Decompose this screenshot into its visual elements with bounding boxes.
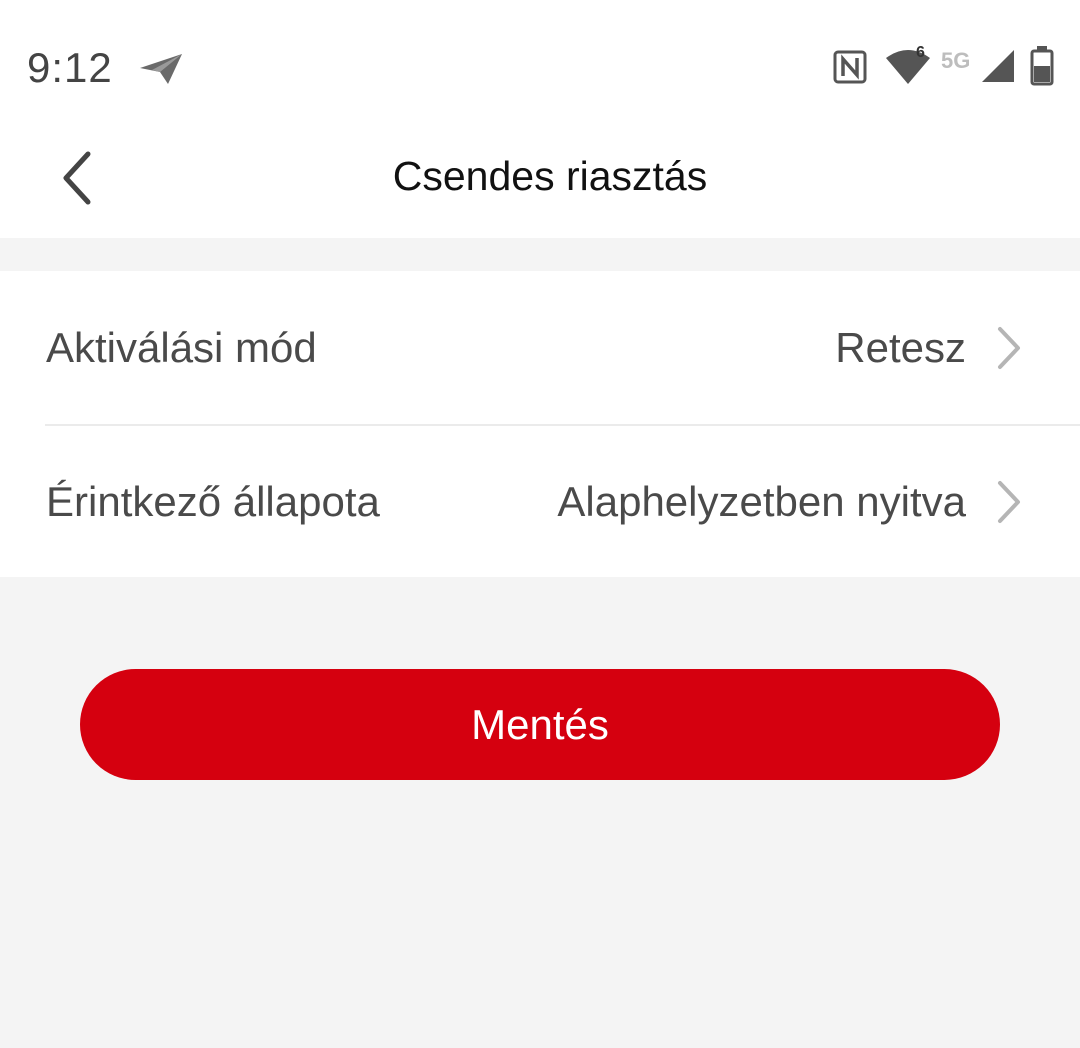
battery-icon — [1030, 46, 1054, 91]
setting-label: Aktiválási mód — [46, 324, 317, 371]
wifi-badge: 6 — [916, 44, 925, 61]
setting-row-activation-mode[interactable]: Aktiválási mód Retesz — [0, 271, 1080, 426]
chevron-right-icon — [990, 479, 1030, 525]
setting-value: Retesz — [835, 324, 966, 371]
page-title: Csendes riasztás — [392, 153, 708, 199]
status-time: 9:12 — [27, 44, 113, 91]
cellular-signal-icon — [980, 48, 1016, 89]
network-type-label: 5G — [941, 48, 971, 73]
nfc-icon — [833, 50, 867, 89]
header-bar: Csendes riasztás — [0, 130, 1080, 238]
send-icon — [138, 52, 184, 91]
save-button[interactable]: Mentés — [80, 669, 1000, 780]
setting-value: Alaphelyzetben nyitva — [557, 478, 966, 525]
chevron-right-icon — [990, 325, 1030, 371]
settings-list: Aktiválási mód Retesz Érintkező állapota… — [0, 271, 1080, 577]
setting-label: Érintkező állapota — [46, 478, 380, 525]
setting-row-contact-state[interactable]: Érintkező állapota Alaphelyzetben nyitva — [0, 425, 1080, 578]
status-bar: 9:12 6 5G — [0, 0, 1080, 130]
